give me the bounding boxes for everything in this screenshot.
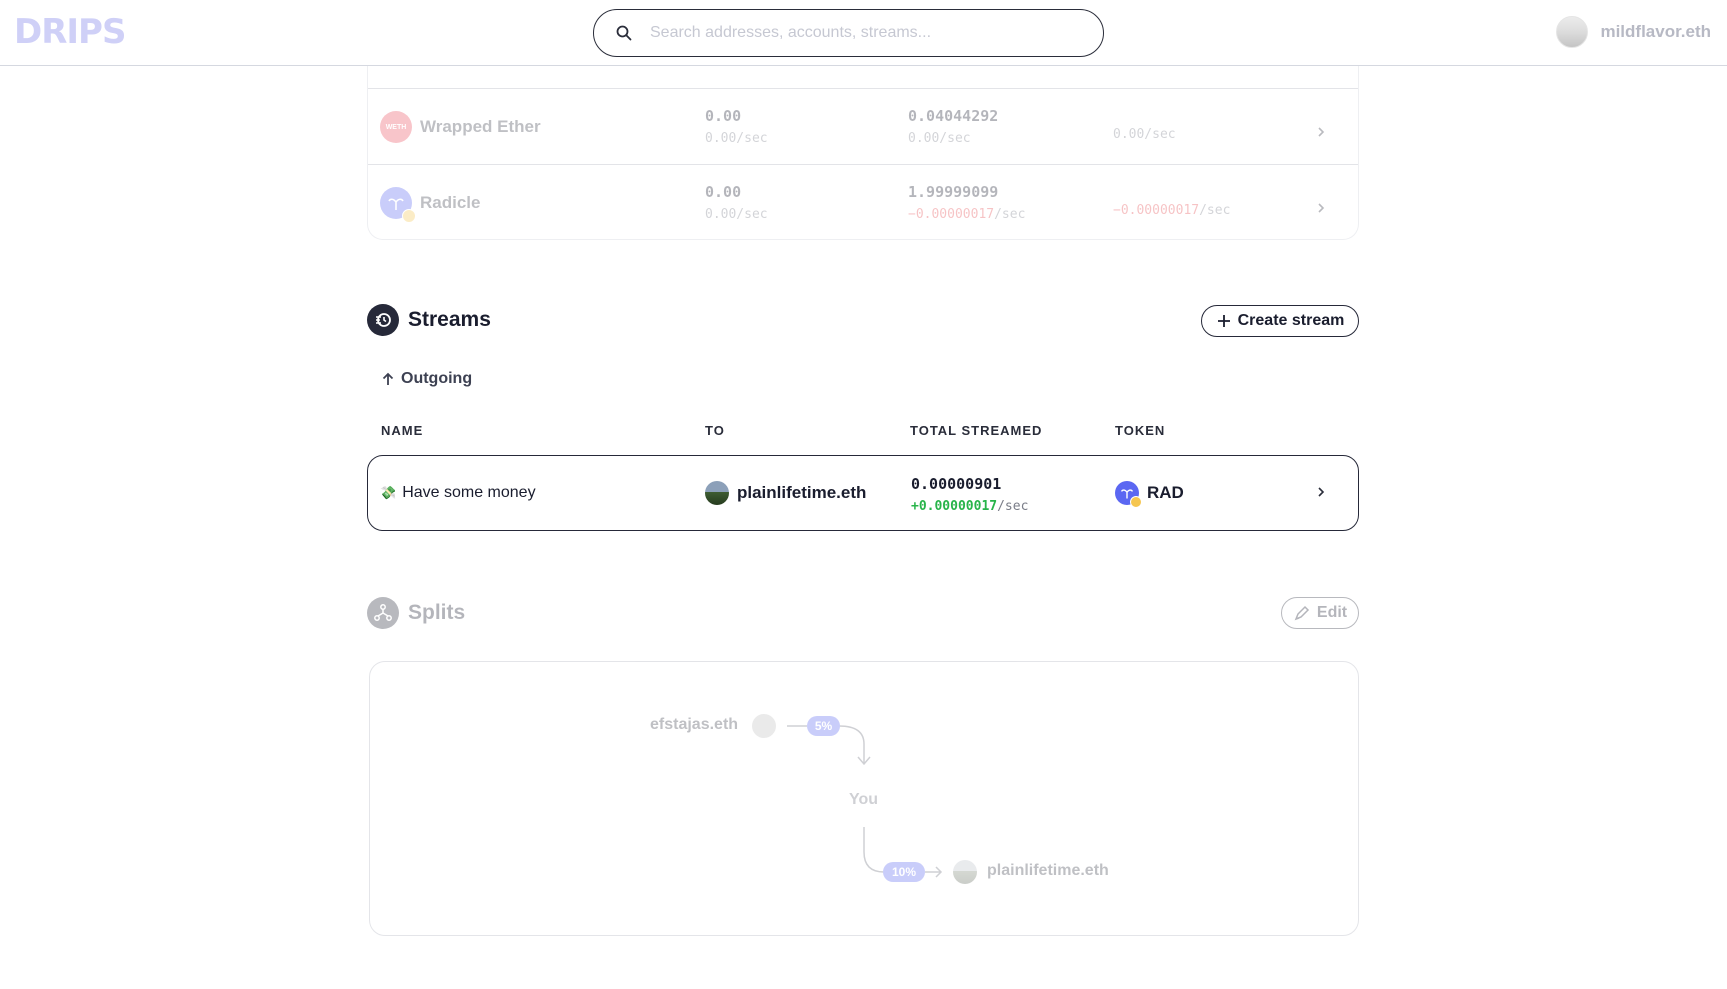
recipient-name: plainlifetime.eth — [737, 483, 867, 502]
split-source-avatar — [752, 714, 776, 738]
value: 1.99999099 — [908, 183, 999, 201]
subheading-label: Outgoing — [401, 370, 473, 387]
token-cell: WETH Wrapped Ether — [380, 111, 541, 143]
stream-name: Have some money — [402, 484, 536, 501]
streams-header: Streams — [367, 304, 491, 336]
rate: 0.00/sec — [705, 131, 768, 146]
rate-value: −0.00000017 — [1113, 203, 1200, 218]
split-center-label: You — [849, 791, 879, 808]
top-bar: DRIPS mildflavor.eth — [0, 0, 1727, 66]
splits-header: Splits — [367, 597, 465, 629]
rate-unit: /sec — [997, 499, 1029, 514]
column-header-to: TO — [705, 423, 725, 438]
rate-unit: /sec — [994, 207, 1026, 222]
token-name: Radicle — [420, 193, 481, 212]
rate-value: +0.00000017 — [911, 499, 998, 514]
balance-row-radicle[interactable]: Radicle 0.00 0.00/sec 1.99999099 −0.0000… — [368, 164, 1358, 239]
radicle-token-icon — [380, 187, 416, 223]
search-icon — [614, 23, 634, 43]
section-title: Streams — [408, 308, 491, 331]
split-source-name[interactable]: efstajas.eth — [650, 716, 738, 734]
stream-rate: +0.00000017/sec — [911, 499, 1028, 514]
value: 0.00 — [705, 107, 742, 125]
user-menu[interactable]: mildflavor.eth — [1556, 16, 1711, 48]
plus-icon — [1217, 315, 1230, 327]
outgoing-subheading: Outgoing — [381, 370, 472, 388]
recipient-avatar — [705, 481, 729, 505]
value: 0.00 — [705, 183, 742, 201]
chevron-right-icon — [1318, 487, 1325, 497]
rate: 0.00/sec — [705, 207, 768, 222]
weth-token-icon: WETH — [380, 111, 412, 143]
recipient-cell[interactable]: plainlifetime.eth — [705, 481, 866, 505]
rate: 0.00/sec — [908, 131, 971, 146]
ethereum-badge-icon — [402, 209, 416, 223]
username: mildflavor.eth — [1600, 22, 1711, 41]
edit-splits-button[interactable]: Edit — [1281, 597, 1359, 629]
streams-icon — [367, 304, 399, 336]
split-outgoing-percent: 10% — [883, 862, 925, 882]
search-bar[interactable] — [593, 9, 1104, 57]
pen-icon — [1294, 605, 1309, 621]
splits-graph: efstajas.eth 5% You 10% plainlifetime.et… — [369, 661, 1359, 936]
chevron-right-icon — [1318, 203, 1325, 213]
stream-row[interactable]: 💸 Have some money plainlifetime.eth 0.00… — [367, 455, 1359, 531]
balance-col1: 0.00 0.00/sec — [705, 183, 768, 222]
total-streamed-cell: 0.00000901 +0.00000017/sec — [911, 475, 1028, 514]
section-title: Splits — [408, 601, 466, 624]
token-cell: Radicle — [380, 187, 481, 223]
column-header-token: TOKEN — [1115, 423, 1166, 438]
radicle-token-icon — [1115, 481, 1142, 508]
chevron-right-icon — [1318, 127, 1325, 137]
button-label: Edit — [1316, 604, 1348, 621]
split-incoming-percent: 5% — [807, 716, 840, 736]
total-value: 0.00000901 — [911, 475, 1002, 493]
money-emoji-icon: 💸 — [380, 485, 397, 500]
ethereum-badge-icon — [1130, 496, 1142, 508]
token-symbol: RAD — [1147, 483, 1184, 502]
balance-row-weth[interactable]: WETH Wrapped Ether 0.00 0.00/sec 0.04044… — [368, 88, 1358, 163]
button-label: Create stream — [1237, 312, 1345, 329]
user-avatar — [1556, 16, 1589, 48]
splits-icon — [367, 597, 399, 629]
column-header-name: NAME — [381, 423, 424, 438]
balance-col2: 1.99999099 −0.00000017/sec — [908, 183, 1025, 222]
arrow-up-icon — [382, 372, 394, 385]
column-header-total-streamed: TOTAL STREAMED — [910, 423, 1043, 438]
token-name: Wrapped Ether — [420, 117, 541, 136]
drips-logo[interactable]: DRIPS — [14, 15, 126, 49]
split-recipient-name[interactable]: plainlifetime.eth — [987, 862, 1109, 880]
net-rate: 0.00/sec — [1113, 127, 1176, 142]
split-recipient-avatar — [953, 860, 977, 884]
stream-name-cell: 💸 Have some money — [380, 484, 536, 502]
rate-value: −0.00000017 — [908, 207, 995, 222]
rate-unit: /sec — [1199, 203, 1231, 218]
create-stream-button[interactable]: Create stream — [1201, 305, 1359, 337]
token-cell: RAD — [1115, 481, 1184, 508]
net-rate: −0.00000017/sec — [1113, 203, 1230, 218]
search-input[interactable] — [650, 24, 1070, 42]
rate: −0.00000017/sec — [908, 207, 1025, 222]
balance-col1: 0.00 0.00/sec — [705, 107, 768, 146]
balance-col2: 0.04044292 0.00/sec — [908, 107, 998, 146]
value: 0.04044292 — [908, 107, 999, 125]
